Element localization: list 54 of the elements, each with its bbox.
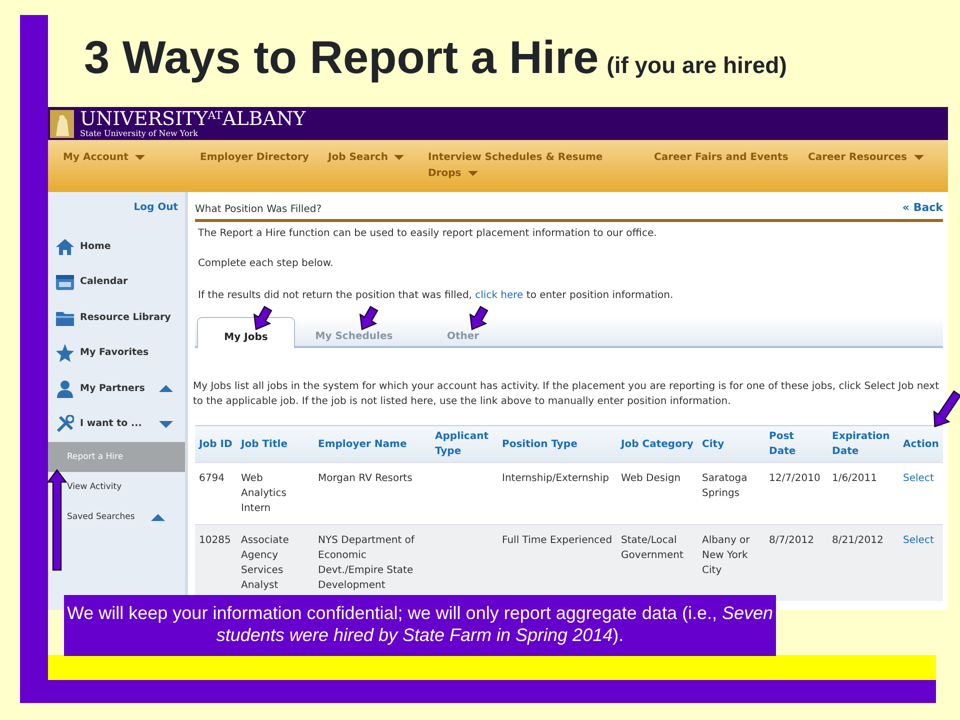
column-header: Job Title: [237, 426, 314, 462]
description-text: My Jobs list all jobs in the system for which your account has activity. If the placement you are reporting is for one of these jobs, click Select Job next to the applicable job. If the job is not listed here, use the link above to manually enter position information.: [193, 380, 940, 409]
column-header: City: [698, 426, 766, 462]
annotation-arrow: [933, 390, 960, 428]
column-header: Job Category: [617, 426, 698, 462]
step-text: Complete each step below.: [197, 257, 334, 271]
column-header: Expiration Date: [828, 426, 900, 462]
column-header: Job ID: [195, 426, 237, 462]
tab[interactable]: My Jobs: [197, 317, 295, 348]
annotation-arrow: [359, 306, 378, 330]
caret-icon: [468, 170, 478, 177]
nav-menu-item[interactable]: Job Search: [328, 150, 404, 166]
logout-link[interactable]: Log Out: [134, 200, 185, 215]
section-heading: What Position Was Filled?: [195, 203, 322, 217]
nav-menu-item[interactable]: Interview Schedules & Resume Drops: [428, 150, 628, 182]
sidebar-subitem[interactable]: Saved Searches: [48, 502, 185, 532]
slide-title: 3 Ways to Report a Hire: [84, 31, 599, 83]
slide-subtitle: (if you are hired): [606, 52, 787, 78]
nav-menu-item[interactable]: Career Fairs and Events: [654, 150, 788, 166]
column-header: Action: [899, 426, 943, 462]
caret-icon: [914, 154, 924, 161]
nav-menu-item[interactable]: Employer Directory: [200, 150, 309, 166]
click-here-link[interactable]: click here: [475, 290, 524, 301]
annotation-arrow: [253, 306, 272, 330]
caret-icon: [134, 154, 145, 161]
calendar-icon: [56, 273, 74, 292]
column-header: Position Type: [498, 426, 618, 462]
back-link[interactable]: « Back: [902, 202, 943, 217]
intro-text: The Report a Hire function can be used to easily report placement information to our office.: [197, 227, 658, 241]
logo-icon: [50, 110, 74, 138]
tools-icon: [56, 415, 74, 434]
caption: We will keep your information confidential; we will only report aggregate data (i.e., Seven students were hired by State Farm in Spring 2014).: [64, 595, 776, 656]
annotation-arrow: [469, 306, 488, 330]
caret-icon: [394, 154, 404, 161]
nav-menu-item[interactable]: Career Resources: [808, 150, 924, 166]
column-header: Applicant Type: [431, 426, 498, 462]
sidebar-item[interactable]: My Favorites: [48, 336, 185, 371]
manual-entry-text: If the results did not return the position that was filled, click here to enter position information.: [197, 289, 674, 303]
table-cell: 8/7/2012: [765, 524, 828, 601]
star-icon: [56, 344, 74, 362]
nav-menu-item[interactable]: My Account: [63, 150, 145, 166]
select-link[interactable]: Select: [903, 535, 934, 546]
sidebar-item[interactable]: Resource Library: [48, 300, 185, 336]
sidebar-subitem[interactable]: View Activity: [48, 472, 185, 502]
sidebar-item[interactable]: Calendar: [48, 264, 185, 300]
column-header: Employer Name: [314, 426, 432, 462]
select-link[interactable]: Select: [903, 473, 934, 484]
table-cell: 8/21/2012: [828, 524, 900, 601]
home-icon: [56, 238, 74, 256]
sidebar-item[interactable]: Home: [48, 229, 185, 264]
person-icon: [56, 380, 74, 398]
sidebar-item[interactable]: I want to ...: [48, 406, 185, 442]
sidebar-item[interactable]: My Partners: [48, 371, 185, 406]
column-header: Post Date: [765, 426, 828, 462]
